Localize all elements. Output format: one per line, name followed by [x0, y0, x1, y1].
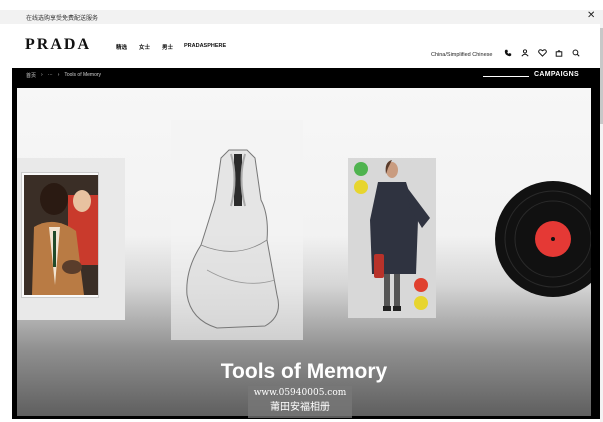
breadcrumb-separator: › [41, 72, 43, 78]
hero-banner[interactable]: Tools of Memory [17, 88, 591, 416]
photo-frame [21, 172, 99, 298]
language-selector[interactable]: China/Simplified Chinese [431, 52, 492, 58]
breadcrumb: 首页 › ··· › Tools of Memory [26, 72, 101, 79]
nav-item-men[interactable]: 男士 [162, 43, 173, 51]
nav-item-women[interactable]: 女士 [139, 43, 150, 51]
dress-image [157, 120, 317, 340]
breadcrumb-ellipsis[interactable]: ··· [48, 72, 53, 79]
announcement-bar: 在线选购享受免费配送服务 ✕ [0, 10, 603, 24]
user-icon[interactable] [520, 48, 530, 58]
prada-logo[interactable]: PRADA [25, 36, 91, 54]
portrait-photo [24, 175, 98, 295]
campaign-page: 首页 › ··· › Tools of Memory CAMPAIGNS Too… [12, 68, 600, 419]
search-icon[interactable] [571, 48, 581, 58]
breadcrumb-home[interactable]: 首页 [26, 72, 36, 79]
phone-icon[interactable] [503, 48, 513, 58]
vinyl-record-image [493, 180, 591, 298]
watermark-url: www.05940005.com [253, 388, 347, 398]
close-icon[interactable]: ✕ [587, 10, 595, 21]
breadcrumb-separator: › [57, 72, 60, 78]
breadcrumb-current: Tools of Memory [64, 72, 102, 78]
watermark-text: 莆田安福相册 [270, 402, 330, 413]
nav-item-pradasphere[interactable]: PRADASPHERE [184, 43, 226, 49]
campaigns-link[interactable]: CAMPAIGNS [534, 71, 579, 78]
site-header: PRADA 精选 女士 男士 PRADASPHERE China/Simplif… [0, 28, 603, 68]
hero-title: Tools of Memory [220, 360, 388, 383]
announcement-text: 在线选购享受免费配送服务 [26, 16, 99, 22]
heart-icon[interactable] [537, 48, 547, 58]
framed-photo-image [17, 158, 125, 320]
bag-icon[interactable] [554, 48, 564, 58]
watermark: www.05940005.com 莆田安福相册 [248, 386, 352, 418]
model-image [348, 158, 436, 318]
campaigns-divider [483, 76, 529, 77]
nav-item-featured[interactable]: 精选 [116, 43, 127, 51]
